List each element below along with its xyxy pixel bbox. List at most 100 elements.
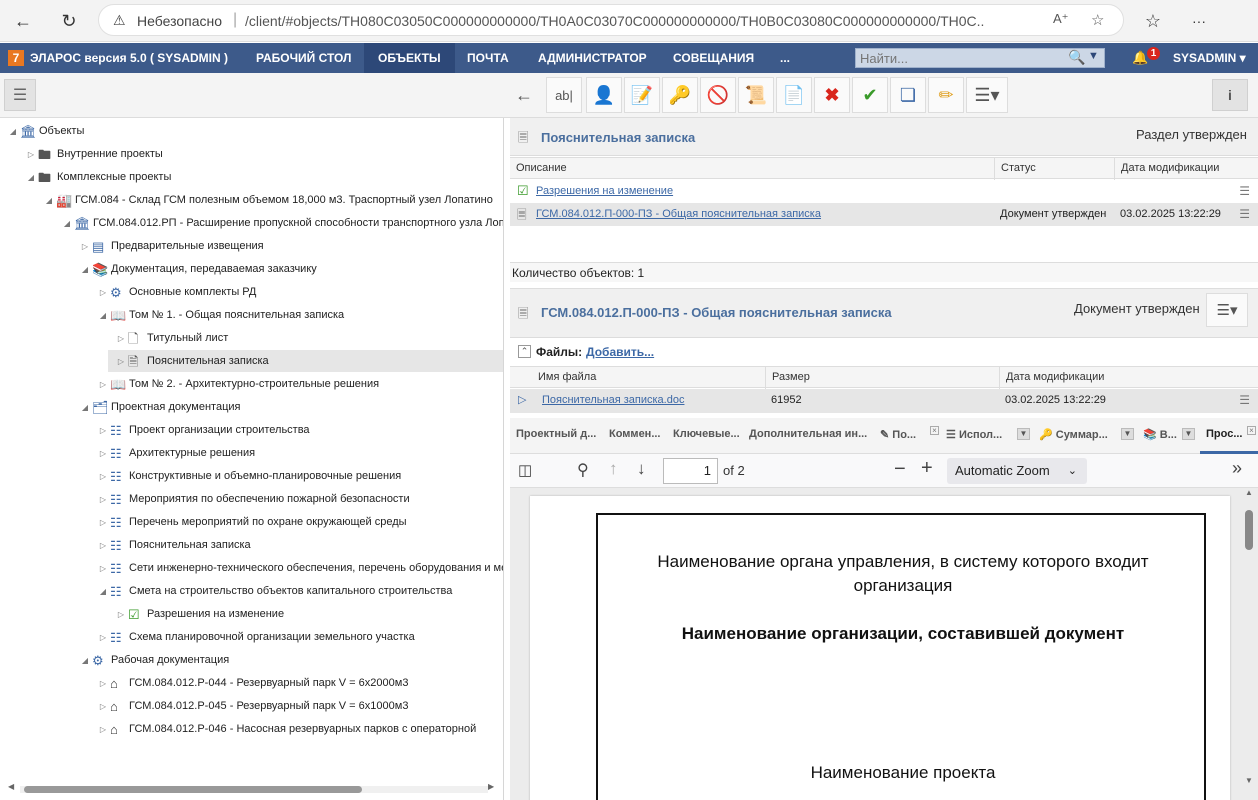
page-number-input[interactable]: 1 (663, 458, 718, 484)
expanded-arrow-icon[interactable]: ◢ (78, 259, 92, 281)
expanded-arrow-icon[interactable]: ◢ (42, 190, 56, 212)
collapsed-arrow-icon[interactable]: ▷ (96, 466, 110, 488)
pdf-viewport[interactable]: Наименование органа управления, в систем… (510, 488, 1258, 800)
scroll-left-icon[interactable]: ◀ (8, 782, 14, 791)
row-menu-icon[interactable]: ☰ (1239, 207, 1250, 221)
col-status[interactable]: Статус (1001, 162, 1036, 174)
close-tab-icon[interactable]: × (1247, 426, 1256, 435)
previous-page-icon[interactable]: ↑ (609, 459, 618, 479)
collapsed-arrow-icon[interactable]: ▷ (96, 535, 110, 557)
document-menu-icon[interactable]: ☰▾ (1206, 293, 1248, 327)
collapsed-arrow-icon[interactable]: ▷ (96, 627, 110, 649)
tab-additional[interactable]: Дополнительная ин... (749, 428, 867, 440)
tree-node[interactable]: ▷ 🗎 Пояснительная записка (108, 350, 503, 372)
tree-node[interactable]: ▷ ☷ Архитектурные решения (96, 442, 255, 464)
tab-versions[interactable]: 📚 В... (1143, 428, 1177, 441)
collapsed-arrow-icon[interactable]: ▷ (96, 696, 110, 718)
zoom-in-icon[interactable]: + (921, 457, 933, 480)
row-link[interactable]: ГСМ.084.012.П-000-ПЗ - Общая пояснительн… (536, 208, 821, 220)
tab-executors[interactable]: ☰ Испол... (946, 428, 1002, 441)
delete-icon[interactable]: ✖ (814, 77, 850, 113)
tree-node[interactable]: ▷ ☷ Перечень мероприятий по охране окружаю… (96, 511, 407, 533)
favorites-icon[interactable]: ☆ (1138, 6, 1168, 36)
expanded-arrow-icon[interactable]: ◢ (96, 305, 110, 327)
pencil-icon[interactable]: ✏ (928, 77, 964, 113)
edit-document-icon[interactable]: 📝 (624, 77, 660, 113)
tree-node[interactable]: ▷ ☷ Проект организации строительства (96, 419, 310, 441)
bell-icon[interactable]: 🔔 (1132, 50, 1148, 66)
tools-menu-icon[interactable]: » (1232, 458, 1242, 479)
add-file-link[interactable]: Добавить... (586, 345, 654, 359)
tree-node[interactable]: ▷ ⌂ ГСМ.084.012.Р-046 - Насосная резервуар… (96, 718, 476, 740)
row-menu-icon[interactable]: ☰ (1239, 393, 1250, 407)
tree-node[interactable]: ▷ ☷ Пояснительная записка (96, 534, 251, 556)
file-link[interactable]: Пояснительная записка.doc (542, 394, 684, 406)
read-aloud-icon[interactable]: A⁺ (1053, 11, 1069, 27)
nav-objects[interactable]: ОБЪЕКТЫ (364, 43, 455, 73)
column-divider[interactable] (999, 367, 1000, 389)
collapsed-arrow-icon[interactable]: ▷ (96, 719, 110, 741)
col-description[interactable]: Описание (516, 162, 567, 174)
column-divider[interactable] (1114, 158, 1115, 180)
tab-summary[interactable]: 🔑 Суммар... (1039, 428, 1108, 441)
col-size[interactable]: Размер (772, 371, 810, 383)
search-icon[interactable]: 🔍 (1068, 49, 1085, 66)
collapsed-arrow-icon[interactable]: ▷ (96, 673, 110, 695)
tree-node[interactable]: ◢ 🖿 Комплексные проекты (24, 166, 171, 188)
more-actions-icon[interactable]: ☰▾ (966, 77, 1008, 113)
tree-node[interactable]: ▷ 📖 Том № 2. - Архитектурно-строительные р… (96, 373, 379, 395)
table-row[interactable]: 🗏 ГСМ.084.012.П-000-ПЗ - Общая пояснител… (510, 203, 1258, 226)
col-date[interactable]: Дата модификации (1121, 162, 1219, 174)
user-icon[interactable]: 👤 (586, 77, 622, 113)
copy-icon[interactable]: ❏ (890, 77, 926, 113)
address-url[interactable]: /client/#objects/TH080C03050C00000000000… (245, 13, 985, 29)
search-input[interactable] (856, 49, 1056, 67)
collapsed-arrow-icon[interactable]: ▷ (96, 558, 110, 580)
tab-dropdown-icon[interactable]: ▼ (1182, 428, 1195, 440)
tree-node[interactable]: ▷ ☷ Мероприятия по обеспечению пожарной бе… (96, 488, 410, 510)
document-props-icon[interactable]: 📄 (776, 77, 812, 113)
info-icon[interactable]: i (1212, 79, 1248, 111)
tree-node[interactable]: ▷ ☷ Конструктивные и объемно-планировочные… (96, 465, 401, 487)
back-arrow-icon[interactable]: ← (506, 77, 542, 113)
scroll-right-icon[interactable]: ▶ (488, 782, 494, 791)
tab-dropdown-icon[interactable]: ▼ (1017, 428, 1030, 440)
nav-desktop[interactable]: РАБОЧИЙ СТОЛ (242, 43, 365, 73)
address-bar[interactable]: ⚠ Небезопасно | /client/#objects/TH080C0… (98, 4, 1124, 36)
tree-node[interactable]: ◢ 📖 Том № 1. - Общая пояснительная записка (96, 304, 344, 326)
expanded-arrow-icon[interactable]: ◢ (78, 650, 92, 672)
tree-node[interactable]: ▷ ☑ Разрешения на изменение (114, 603, 284, 625)
nav-more[interactable]: ... (766, 43, 804, 73)
scroll-up-icon[interactable]: ▲ (1245, 488, 1253, 497)
find-icon[interactable]: ⚲ (577, 460, 589, 480)
approve-icon[interactable]: ✔ (852, 77, 888, 113)
tab-preview[interactable]: Прос... (1206, 428, 1243, 440)
file-row[interactable]: ▷ Пояснительная записка.doc 61952 03.02.… (510, 389, 1258, 413)
more-menu-icon[interactable]: ··· (1184, 6, 1214, 36)
reload-icon[interactable]: ↻ (54, 6, 84, 36)
tree-node[interactable]: ◢ 🏛 Объекты (6, 120, 84, 142)
tree-node[interactable]: ▷ 🗋 Титульный лист (114, 327, 228, 349)
column-divider[interactable] (765, 367, 766, 389)
tree-node[interactable]: ▷ ⌂ ГСМ.084.012.Р-044 - Резервуарный парк … (96, 672, 409, 695)
tab-signatures[interactable]: ✎ По... (880, 428, 916, 441)
collapsed-arrow-icon[interactable]: ▷ (96, 489, 110, 511)
sidebar-toggle-icon[interactable]: ◫ (518, 461, 532, 479)
expanded-arrow-icon[interactable]: ◢ (96, 581, 110, 603)
scroll-thumb[interactable] (1245, 510, 1253, 550)
col-filename[interactable]: Имя файла (538, 371, 596, 383)
tree-node[interactable]: ◢ 🏭 ГСМ.084 - Склад ГСМ полезным объемом 1… (42, 189, 493, 211)
collapsed-arrow-icon[interactable]: ▷ (114, 328, 128, 350)
tree-node[interactable]: ▷ ⚙ Основные комплекты РД (96, 281, 256, 303)
collapsed-arrow-icon[interactable]: ▷ (96, 374, 110, 396)
next-page-icon[interactable]: ↓ (637, 459, 646, 479)
tree-node[interactable]: ▷ ⌂ ГСМ.084.012.Р-045 - Резервуарный парк … (96, 695, 409, 718)
collapsed-arrow-icon[interactable]: ▷ (96, 443, 110, 465)
sidebar-toggle-icon[interactable]: ☰ (4, 79, 36, 111)
scroll-thumb[interactable] (24, 786, 362, 793)
collapse-icon[interactable]: ⌃ (518, 345, 531, 358)
close-tab-icon[interactable]: × (930, 426, 939, 435)
collapsed-arrow-icon[interactable]: ▷ (114, 604, 128, 626)
tree-node[interactable]: ▷ ☷ Сети инженерно-технического обеспечени… (96, 557, 503, 580)
collapsed-arrow-icon[interactable]: ▷ (78, 236, 92, 258)
